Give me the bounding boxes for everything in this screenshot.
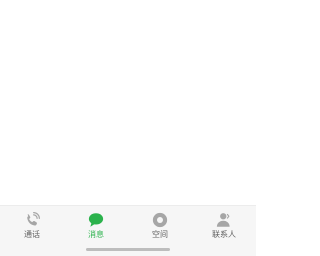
space-circle-icon xyxy=(151,211,169,229)
tab-space-label: 空间 xyxy=(152,230,168,239)
tab-calls-label: 通话 xyxy=(24,230,40,239)
tab-space[interactable]: 空间 xyxy=(128,206,192,246)
phone-icon xyxy=(23,211,41,229)
home-indicator-bar[interactable] xyxy=(86,248,170,251)
tab-messages-label: 消息 xyxy=(88,230,104,239)
chat-bubble-icon xyxy=(87,211,105,229)
tab-contacts-label: 联系人 xyxy=(212,230,236,239)
app-screen: 通话 消息 空间 联系人 xyxy=(0,0,256,256)
contacts-person-icon xyxy=(215,211,233,229)
tab-contacts[interactable]: 联系人 xyxy=(192,206,256,246)
tab-calls[interactable]: 通话 xyxy=(0,206,64,246)
main-content-area xyxy=(0,0,256,205)
tab-messages[interactable]: 消息 xyxy=(64,206,128,246)
